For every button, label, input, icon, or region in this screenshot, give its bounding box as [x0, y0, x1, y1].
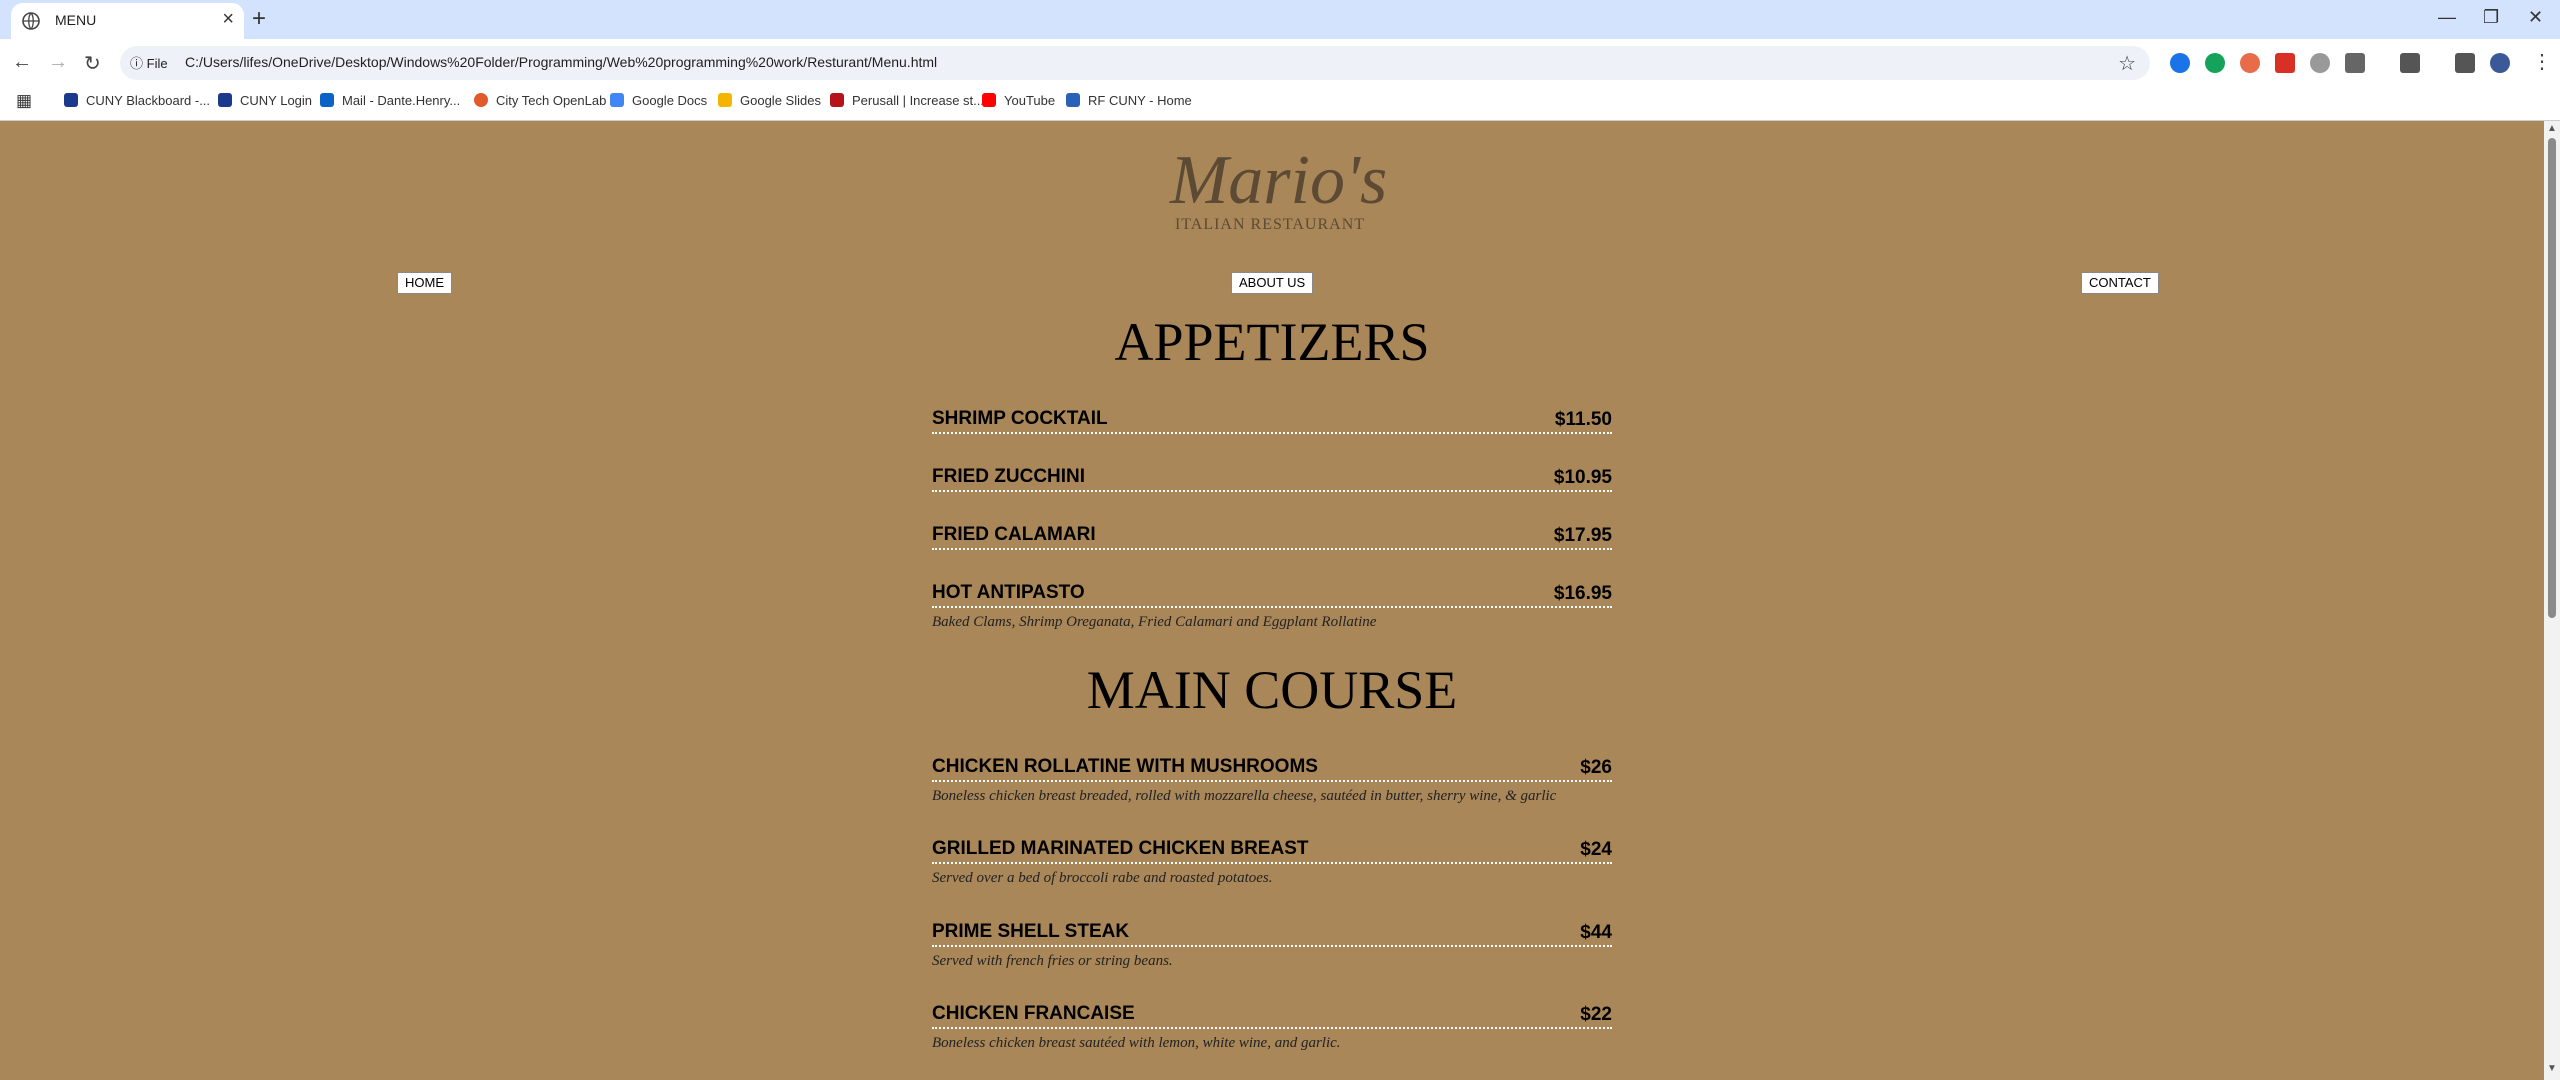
item-description: Served over a bed of broccoli rabe and r… — [932, 870, 1273, 886]
extension-icon[interactable] — [2240, 53, 2260, 73]
item-name: CHICKEN ROLLATINE WITH MUSHROOMS — [932, 756, 1318, 777]
item-price: $17.95 — [1553, 525, 1612, 546]
menu-item: FRIED CALAMARI $17.95 — [932, 522, 1612, 550]
item-price: $11.50 — [1554, 409, 1612, 430]
perusall-icon — [830, 93, 844, 107]
bookmark-openlab[interactable]: City Tech OpenLab — [474, 93, 606, 108]
item-name: GRILLED MARINATED CHICKEN BREAST — [932, 838, 1309, 859]
vertical-scrollbar[interactable]: ▲ ▼ — [2544, 121, 2560, 1080]
google-docs-icon — [610, 93, 624, 107]
bookmark-cuny-blackboard[interactable]: CUNY Blackboard -... — [64, 93, 210, 108]
tab-menu[interactable]: MENU × — [11, 3, 244, 39]
outlook-icon — [320, 93, 334, 107]
cast-icon[interactable] — [2400, 53, 2420, 73]
item-price: $22 — [1580, 1004, 1612, 1025]
more-menu-icon[interactable]: ⋮ — [2532, 49, 2552, 74]
extension-icon[interactable] — [2275, 53, 2295, 73]
menu-item: GRILLED MARINATED CHICKEN BREAST $24 Serv… — [932, 836, 1612, 887]
item-name: HOT ANTIPASTO — [932, 582, 1085, 603]
scroll-down-icon[interactable]: ▼ — [2547, 1063, 2557, 1074]
tab-title: MENU — [55, 12, 97, 28]
bookmark-star-icon[interactable]: ☆ — [2118, 51, 2136, 76]
restore-icon[interactable]: ❐ — [2483, 7, 2499, 28]
profile-avatar[interactable] — [2490, 53, 2510, 73]
close-tab-icon[interactable]: × — [222, 8, 234, 31]
item-name: CHICKEN FRANCAISE — [932, 1003, 1135, 1024]
menu-item: FRIED ZUCCHINI $10.95 — [932, 464, 1612, 492]
page-content: Mario's ITALIAN RESTAURANT HOME ABOUT US… — [0, 121, 2544, 1080]
appetizers-heading: APPETIZERS — [1114, 312, 1430, 372]
extension-icon[interactable] — [2310, 53, 2330, 73]
menu-item: SHRIMP COCKTAIL $11.50 — [932, 406, 1612, 434]
item-name: PRIME SHELL STEAK — [932, 921, 1130, 942]
reload-icon[interactable]: ↻ — [84, 51, 101, 76]
youtube-icon — [982, 93, 996, 107]
item-description: Boneless chicken breast breaded, rolled … — [932, 788, 1557, 804]
new-tab-button[interactable]: + — [252, 5, 266, 33]
openlab-icon — [474, 93, 488, 107]
bookmark-google-docs[interactable]: Google Docs — [610, 93, 707, 108]
scrollbar-thumb[interactable] — [2548, 138, 2556, 618]
browser-chrome: MENU × + — ❐ ✕ ← → ↻ ⓘ File C:/Users/lif… — [0, 0, 2560, 121]
item-price: $44 — [1580, 922, 1612, 943]
bookmarks-bar: ▦ CUNY Blackboard -... CUNY Login Mail -… — [0, 87, 2560, 121]
globe-icon — [22, 12, 40, 30]
bookmark-perusall[interactable]: Perusall | Increase st... — [830, 93, 984, 108]
scroll-up-icon[interactable]: ▲ — [2547, 123, 2557, 134]
item-name: SHRIMP COCKTAIL — [932, 408, 1108, 429]
item-price: $10.95 — [1553, 467, 1612, 488]
download-icon[interactable] — [2455, 53, 2475, 73]
close-window-icon[interactable]: ✕ — [2528, 7, 2543, 28]
minimize-icon[interactable]: — — [2438, 7, 2456, 28]
item-name: FRIED CALAMARI — [932, 524, 1096, 545]
forward-icon[interactable]: → — [48, 51, 68, 74]
item-price: $26 — [1580, 757, 1612, 778]
grammarly-icon[interactable] — [2205, 53, 2225, 73]
url-text: C:/Users/lifes/OneDrive/Desktop/Windows%… — [185, 54, 938, 70]
menu-item: HOT ANTIPASTO $16.95 Baked Clams, Shrimp … — [932, 580, 1612, 631]
menu-item: PRIME SHELL STEAK $44 Served with french … — [932, 919, 1612, 970]
main-course-heading: MAIN COURSE — [1086, 660, 1458, 720]
item-name: FRIED ZUCCHINI — [932, 466, 1086, 487]
bookmark-google-slides[interactable]: Google Slides — [718, 93, 821, 108]
bookmark-youtube[interactable]: YouTube — [982, 93, 1055, 108]
address-bar[interactable]: ⓘ File C:/Users/lifes/OneDrive/Desktop/W… — [120, 46, 2150, 80]
bookmark-cuny-login[interactable]: CUNY Login — [218, 93, 312, 108]
item-price: $16.95 — [1553, 583, 1612, 604]
logo-subtitle: ITALIAN RESTAURANT — [1174, 216, 1366, 233]
tab-strip: MENU × + — ❐ ✕ — [0, 0, 2560, 39]
bookmark-rf-cuny[interactable]: RF CUNY - Home — [1066, 93, 1192, 108]
extension-icon[interactable] — [2170, 53, 2190, 73]
cuny-icon — [218, 93, 232, 107]
extensions-puzzle-icon[interactable] — [2345, 53, 2365, 73]
google-slides-icon — [718, 93, 732, 107]
bookmark-mail[interactable]: Mail - Dante.Henry... — [320, 93, 460, 108]
nav-home-button[interactable]: HOME — [397, 272, 452, 294]
nav-contact-button[interactable]: CONTACT — [2081, 272, 2159, 294]
menu-item: CHICKEN FRANCAISE $22 Boneless chicken br… — [932, 1001, 1612, 1052]
logo: Mario's — [1170, 142, 1388, 219]
item-description: Served with french fries or string beans… — [932, 953, 1173, 969]
back-icon[interactable]: ← — [12, 51, 32, 74]
item-description: Boneless chicken breast sautéed with lem… — [932, 1035, 1341, 1051]
rfcuny-icon — [1066, 93, 1080, 107]
apps-grid-icon[interactable]: ▦ — [16, 91, 32, 111]
toolbar: ← → ↻ ⓘ File C:/Users/lifes/OneDrive/Des… — [0, 39, 2560, 87]
menu-item: CHICKEN ROLLATINE WITH MUSHROOMS $26 Bone… — [932, 754, 1612, 805]
nav-about-button[interactable]: ABOUT US — [1231, 272, 1314, 294]
site-info-chip[interactable]: ⓘ File — [130, 53, 168, 72]
item-price: $24 — [1580, 839, 1612, 860]
item-description: Baked Clams, Shrimp Oreganata, Fried Cal… — [932, 614, 1377, 630]
blackboard-icon — [64, 93, 78, 107]
